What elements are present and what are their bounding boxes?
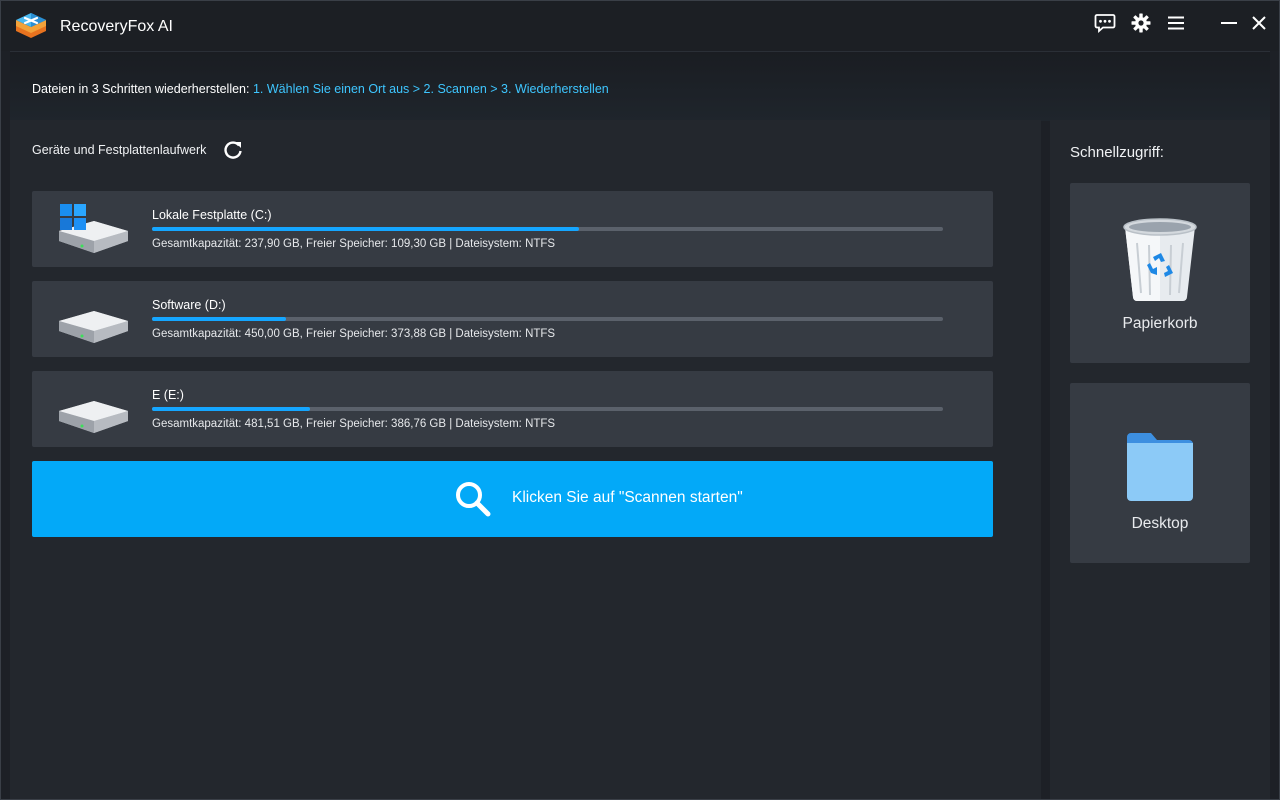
drive-icon (59, 401, 128, 433)
steps-prefix: Dateien in 3 Schritten wiederherstellen: (32, 82, 250, 96)
drive-item-d[interactable]: Software (D:) Gesamtkapazität: 450,00 GB… (32, 281, 993, 357)
gear-icon[interactable] (1129, 11, 1153, 35)
capacity-bar (152, 227, 943, 231)
drive-name: Lokale Festplatte (C:) (152, 208, 272, 222)
drive-name: E (E:) (152, 388, 184, 402)
start-scan-button[interactable]: Klicken Sie auf "Scannen starten" (32, 461, 993, 537)
windows-drive-icon (59, 204, 128, 253)
minimize-icon[interactable] (1217, 11, 1241, 35)
quick-access-panel: Schnellzugriff: Papierkorb Desktop (1050, 120, 1270, 799)
capacity-bar (152, 317, 943, 321)
app-title: RecoveryFox AI (60, 18, 173, 35)
drive-icon (59, 311, 128, 343)
drive-info: Gesamtkapazität: 481,51 GB, Freier Speic… (152, 418, 556, 430)
steps-path: 1. Wählen Sie einen Ort aus > 2. Scannen… (252, 82, 609, 96)
devices-title: Geräte und Festplattenlaufwerk (32, 143, 207, 157)
start-scan-label: Klicken Sie auf "Scannen starten" (512, 489, 743, 506)
app-logo-icon (16, 13, 46, 38)
capacity-bar (152, 407, 943, 411)
capacity-fill (152, 407, 311, 411)
quick-access-label: Desktop (1131, 515, 1189, 532)
app-window: RecoveryFox AI Dateien in 3 Schritten wi… (0, 0, 1280, 800)
close-icon[interactable] (1247, 11, 1271, 35)
quick-access-desktop[interactable]: Desktop (1070, 383, 1250, 563)
drive-item-e[interactable]: E (E:) Gesamtkapazität: 481,51 GB, Freie… (32, 371, 993, 447)
drive-item-c[interactable]: Lokale Festplatte (C:) Gesamtkapazität: … (32, 191, 993, 267)
title-bar: RecoveryFox AI (1, 1, 1279, 51)
quick-access-title: Schnellzugriff: (1070, 144, 1164, 161)
drive-info: Gesamtkapazität: 237,90 GB, Freier Speic… (152, 238, 556, 250)
chat-icon[interactable] (1093, 11, 1117, 35)
quick-access-recycle-bin[interactable]: Papierkorb (1070, 183, 1250, 363)
recycle-bin-icon (1123, 218, 1197, 301)
quick-access-label: Papierkorb (1122, 315, 1198, 332)
steps-bar: Dateien in 3 Schritten wiederherstellen:… (10, 51, 1270, 121)
refresh-icon[interactable] (222, 139, 244, 161)
search-icon (456, 482, 491, 517)
devices-panel: Geräte und Festplattenlaufwerk Lokale Fe… (10, 120, 1041, 799)
drive-info: Gesamtkapazität: 450,00 GB, Freier Speic… (152, 328, 556, 340)
capacity-fill (152, 227, 580, 231)
capacity-fill (152, 317, 287, 321)
folder-icon (1127, 433, 1193, 501)
steps-breadcrumb: Dateien in 3 Schritten wiederherstellen:… (32, 82, 609, 96)
drive-name: Software (D:) (152, 298, 226, 312)
menu-icon[interactable] (1164, 11, 1188, 35)
